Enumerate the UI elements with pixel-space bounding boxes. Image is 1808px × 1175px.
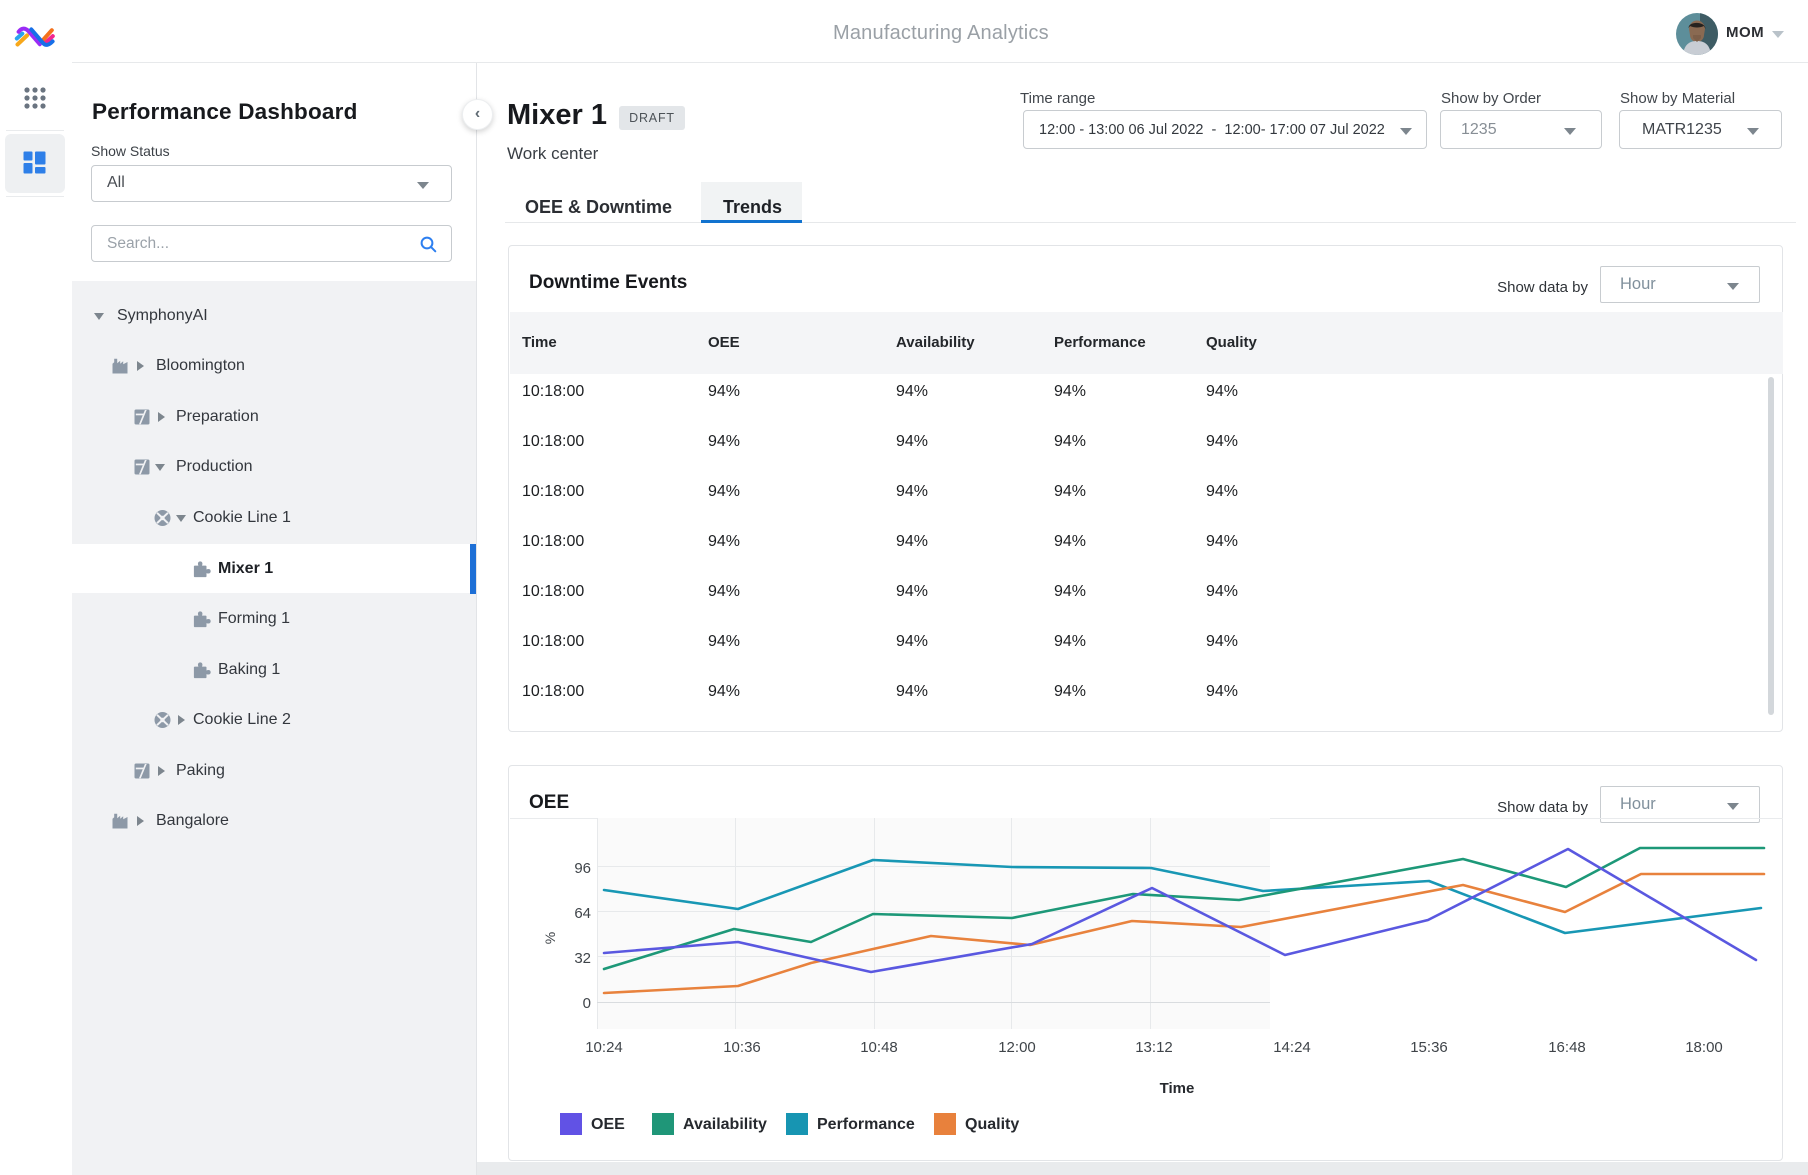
svg-text:Performance: Performance <box>817 1116 915 1133</box>
svg-text:15:36: 15:36 <box>1410 1039 1448 1056</box>
svg-text:%: % <box>542 932 558 944</box>
svg-text:13:12: 13:12 <box>1135 1039 1173 1056</box>
svg-text:10:24: 10:24 <box>585 1039 623 1056</box>
svg-text:32: 32 <box>574 950 591 967</box>
svg-text:Quality: Quality <box>965 1116 1019 1133</box>
svg-text:Availability: Availability <box>683 1116 767 1133</box>
svg-text:96: 96 <box>574 860 591 877</box>
svg-text:OEE: OEE <box>591 1116 625 1133</box>
svg-text:10:36: 10:36 <box>723 1039 761 1056</box>
svg-text:64: 64 <box>574 905 591 922</box>
svg-text:12:00: 12:00 <box>998 1039 1036 1056</box>
svg-text:16:48: 16:48 <box>1548 1039 1586 1056</box>
svg-text:10:48: 10:48 <box>860 1039 898 1056</box>
svg-text:14:24: 14:24 <box>1273 1039 1311 1056</box>
svg-text:Time: Time <box>1160 1080 1195 1097</box>
svg-text:0: 0 <box>583 995 591 1012</box>
svg-text:18:00: 18:00 <box>1685 1039 1723 1056</box>
